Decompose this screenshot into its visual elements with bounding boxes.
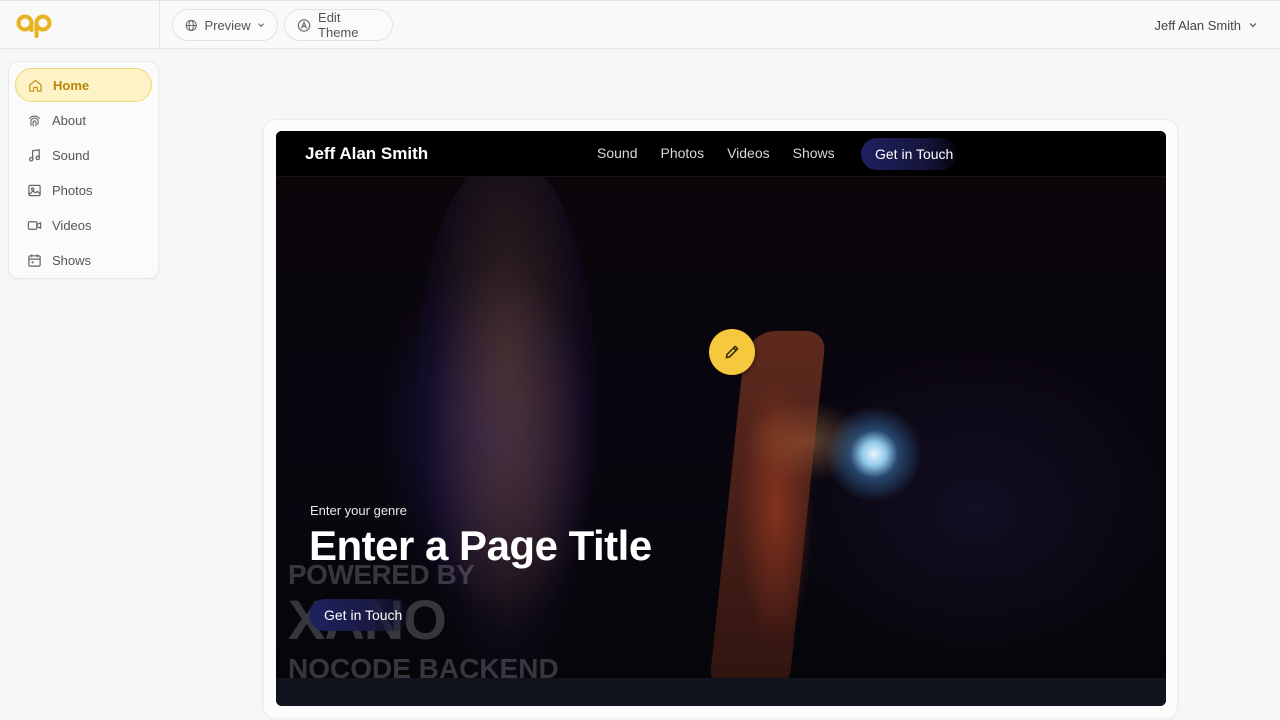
preview-button[interactable]: Preview bbox=[172, 9, 278, 41]
app-logo[interactable] bbox=[16, 11, 54, 39]
sidebar-item-photos[interactable]: Photos bbox=[15, 173, 152, 207]
user-menu[interactable]: Jeff Alan Smith bbox=[1155, 9, 1258, 41]
site-preview: Jeff Alan Smith Sound Photos Videos Show… bbox=[276, 131, 1166, 706]
hero-genre-text[interactable]: Enter your genre bbox=[310, 503, 407, 518]
hero-page-title[interactable]: Enter a Page Title bbox=[309, 522, 652, 570]
home-icon bbox=[29, 79, 42, 92]
preview-label: Preview bbox=[204, 17, 251, 33]
music-note-icon bbox=[28, 148, 41, 162]
chevron-down-icon bbox=[257, 23, 264, 28]
sidebar-item-label: Sound bbox=[52, 147, 90, 163]
site-nav-links: Sound Photos Videos Shows bbox=[597, 145, 858, 161]
edit-hero-button[interactable] bbox=[709, 329, 755, 375]
fingerprint-icon bbox=[29, 115, 40, 127]
sidebar-item-about[interactable]: About bbox=[15, 103, 152, 137]
site-brand[interactable]: Jeff Alan Smith bbox=[305, 144, 428, 164]
site-nav-shows[interactable]: Shows bbox=[793, 145, 835, 161]
sidebar-item-sound[interactable]: Sound bbox=[15, 138, 152, 172]
sidebar-item-label: About bbox=[52, 112, 86, 128]
sidebar-item-label: Home bbox=[53, 77, 90, 93]
hero-figure bbox=[416, 161, 596, 681]
calendar-icon bbox=[28, 253, 41, 267]
image-icon bbox=[28, 184, 41, 196]
top-bar: Preview Edit Theme Jeff Alan Smith bbox=[0, 0, 1280, 49]
user-name: Jeff Alan Smith bbox=[1154, 17, 1241, 33]
sidebar: Home About Sound Photos Videos Shows bbox=[8, 61, 159, 279]
sidebar-item-label: Photos bbox=[52, 182, 93, 198]
theme-icon bbox=[297, 18, 311, 32]
pencil-icon bbox=[725, 345, 739, 359]
edit-theme-label: Edit Theme bbox=[318, 10, 359, 40]
logo-area bbox=[0, 1, 160, 49]
site-nav-sound[interactable]: Sound bbox=[597, 145, 637, 161]
edit-theme-button[interactable]: Edit Theme bbox=[284, 9, 393, 41]
site-nav-get-in-touch-button[interactable]: Get in Touch bbox=[861, 138, 957, 170]
sidebar-item-label: Shows bbox=[52, 252, 92, 268]
site-footer-strip bbox=[276, 678, 1166, 706]
globe-icon bbox=[185, 19, 197, 31]
video-camera-icon bbox=[27, 220, 42, 230]
sidebar-item-label: Videos bbox=[52, 217, 92, 233]
chevron-down-icon bbox=[1249, 23, 1257, 28]
sidebar-item-shows[interactable]: Shows bbox=[15, 243, 152, 277]
sidebar-item-videos[interactable]: Videos bbox=[15, 208, 152, 242]
site-nav-videos[interactable]: Videos bbox=[727, 145, 770, 161]
hero-towel bbox=[709, 331, 827, 681]
site-nav-bar: Jeff Alan Smith Sound Photos Videos Show… bbox=[276, 131, 1166, 177]
hero-background-image bbox=[276, 131, 1166, 681]
sidebar-item-home[interactable]: Home bbox=[15, 68, 152, 102]
hero-get-in-touch-button[interactable]: Get in Touch bbox=[309, 599, 409, 631]
site-nav-photos[interactable]: Photos bbox=[660, 145, 704, 161]
